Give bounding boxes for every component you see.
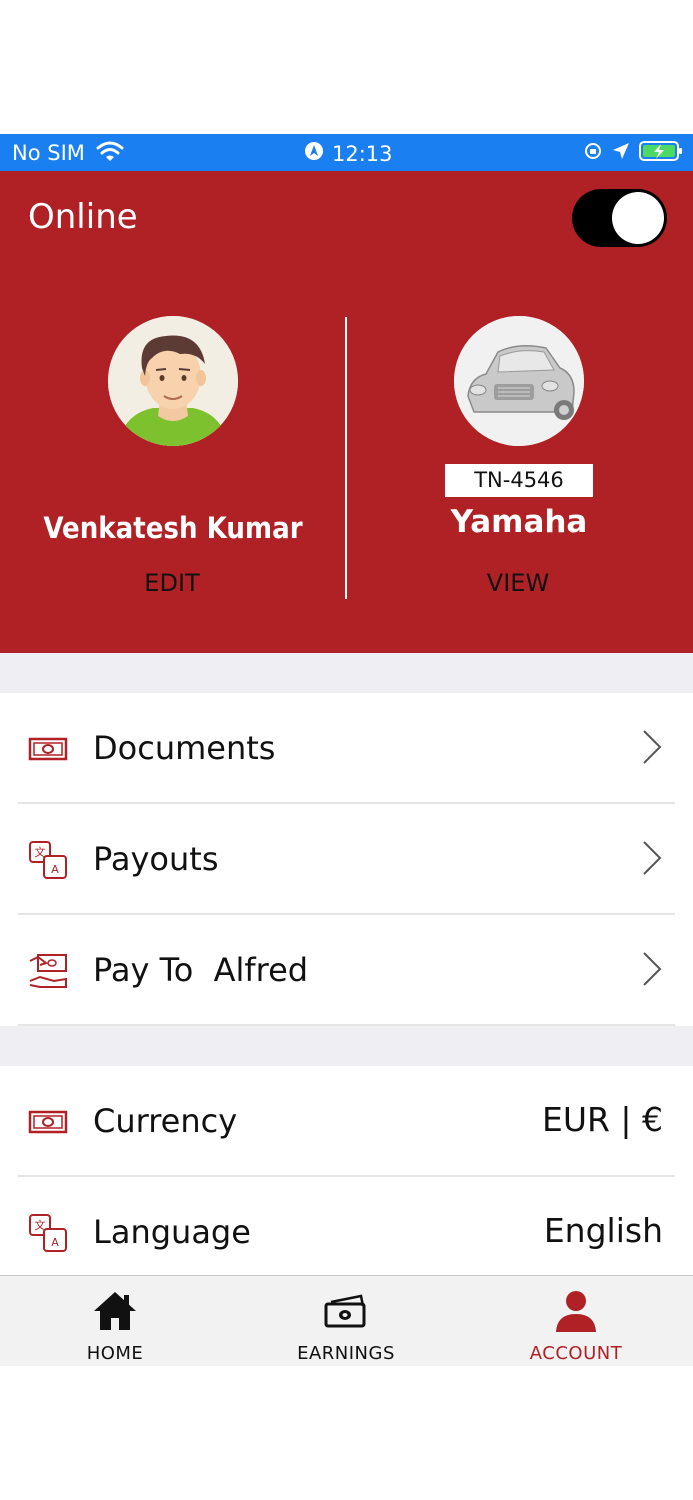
vehicle-image[interactable] bbox=[454, 316, 584, 446]
pay-hand-icon bbox=[28, 951, 68, 991]
person-icon bbox=[486, 1288, 666, 1334]
menu-item-pay-to-alfred[interactable]: Pay To Alfred bbox=[0, 915, 693, 1025]
driver-avatar[interactable] bbox=[108, 316, 238, 446]
header-divider bbox=[345, 317, 347, 599]
menu-item-label: Payouts bbox=[93, 840, 219, 878]
vehicle-name: Yamaha bbox=[450, 504, 588, 540]
tab-earnings[interactable]: EARNINGS bbox=[256, 1276, 436, 1367]
tab-label: HOME bbox=[86, 1343, 144, 1364]
clock-time: 12:13 bbox=[332, 141, 393, 166]
currency-value: EUR | € bbox=[541, 1100, 663, 1139]
location-arrow-icon bbox=[304, 141, 324, 166]
orientation-lock-icon bbox=[583, 141, 603, 166]
cash-icon bbox=[28, 1102, 68, 1142]
menu-item-label: Currency bbox=[93, 1102, 238, 1140]
toggle-knob bbox=[612, 192, 664, 244]
menu-item-payouts[interactable]: 文 A Payouts bbox=[0, 804, 693, 914]
svg-text:A: A bbox=[51, 1236, 59, 1249]
tab-label: EARNINGS bbox=[297, 1343, 395, 1364]
svg-text:文: 文 bbox=[35, 845, 46, 859]
view-vehicle-button[interactable]: VIEW bbox=[418, 569, 618, 597]
money-icon bbox=[256, 1288, 436, 1334]
wifi-icon bbox=[95, 140, 125, 169]
section-spacer bbox=[0, 1026, 693, 1066]
location-icon bbox=[611, 141, 631, 166]
license-plate: TN-4546 bbox=[445, 464, 593, 497]
svg-text:A: A bbox=[51, 863, 59, 876]
carrier-label: No SIM bbox=[12, 141, 85, 165]
menu-item-currency[interactable]: Currency EUR | € bbox=[0, 1066, 693, 1176]
language-value: English bbox=[543, 1211, 663, 1250]
battery-icon bbox=[639, 140, 683, 167]
status-bar: No SIM 12:13 bbox=[0, 134, 693, 171]
bottom-tab-bar: HOME EARNINGS ACCOUNT bbox=[0, 1275, 693, 1366]
translate-icon: 文 A bbox=[28, 840, 68, 880]
online-status-label: Online bbox=[28, 197, 138, 237]
driver-name: Venkatesh Kumar bbox=[43, 511, 303, 545]
tab-label: ACCOUNT bbox=[529, 1343, 623, 1364]
translate-icon: 文 A bbox=[28, 1213, 68, 1253]
menu-item-language[interactable]: 文 A Language English bbox=[0, 1177, 693, 1287]
chevron-right-icon bbox=[640, 950, 664, 988]
menu-item-documents[interactable]: Documents bbox=[0, 693, 693, 803]
chevron-right-icon bbox=[640, 728, 664, 766]
svg-text:文: 文 bbox=[35, 1218, 46, 1232]
home-icon bbox=[25, 1288, 205, 1334]
tab-account[interactable]: ACCOUNT bbox=[486, 1276, 666, 1367]
edit-profile-button[interactable]: EDIT bbox=[72, 569, 272, 597]
profile-header: Online Venkatesh Kumar EDIT TN-4546 Yama… bbox=[0, 171, 693, 653]
chevron-right-icon bbox=[640, 839, 664, 877]
cash-icon bbox=[28, 729, 68, 769]
tab-home[interactable]: HOME bbox=[25, 1276, 205, 1367]
section-spacer bbox=[0, 653, 693, 693]
menu-item-label: Language bbox=[93, 1213, 251, 1251]
menu-item-label: Pay To Alfred bbox=[93, 951, 309, 989]
menu-item-label: Documents bbox=[93, 729, 276, 767]
online-toggle[interactable] bbox=[572, 189, 667, 247]
